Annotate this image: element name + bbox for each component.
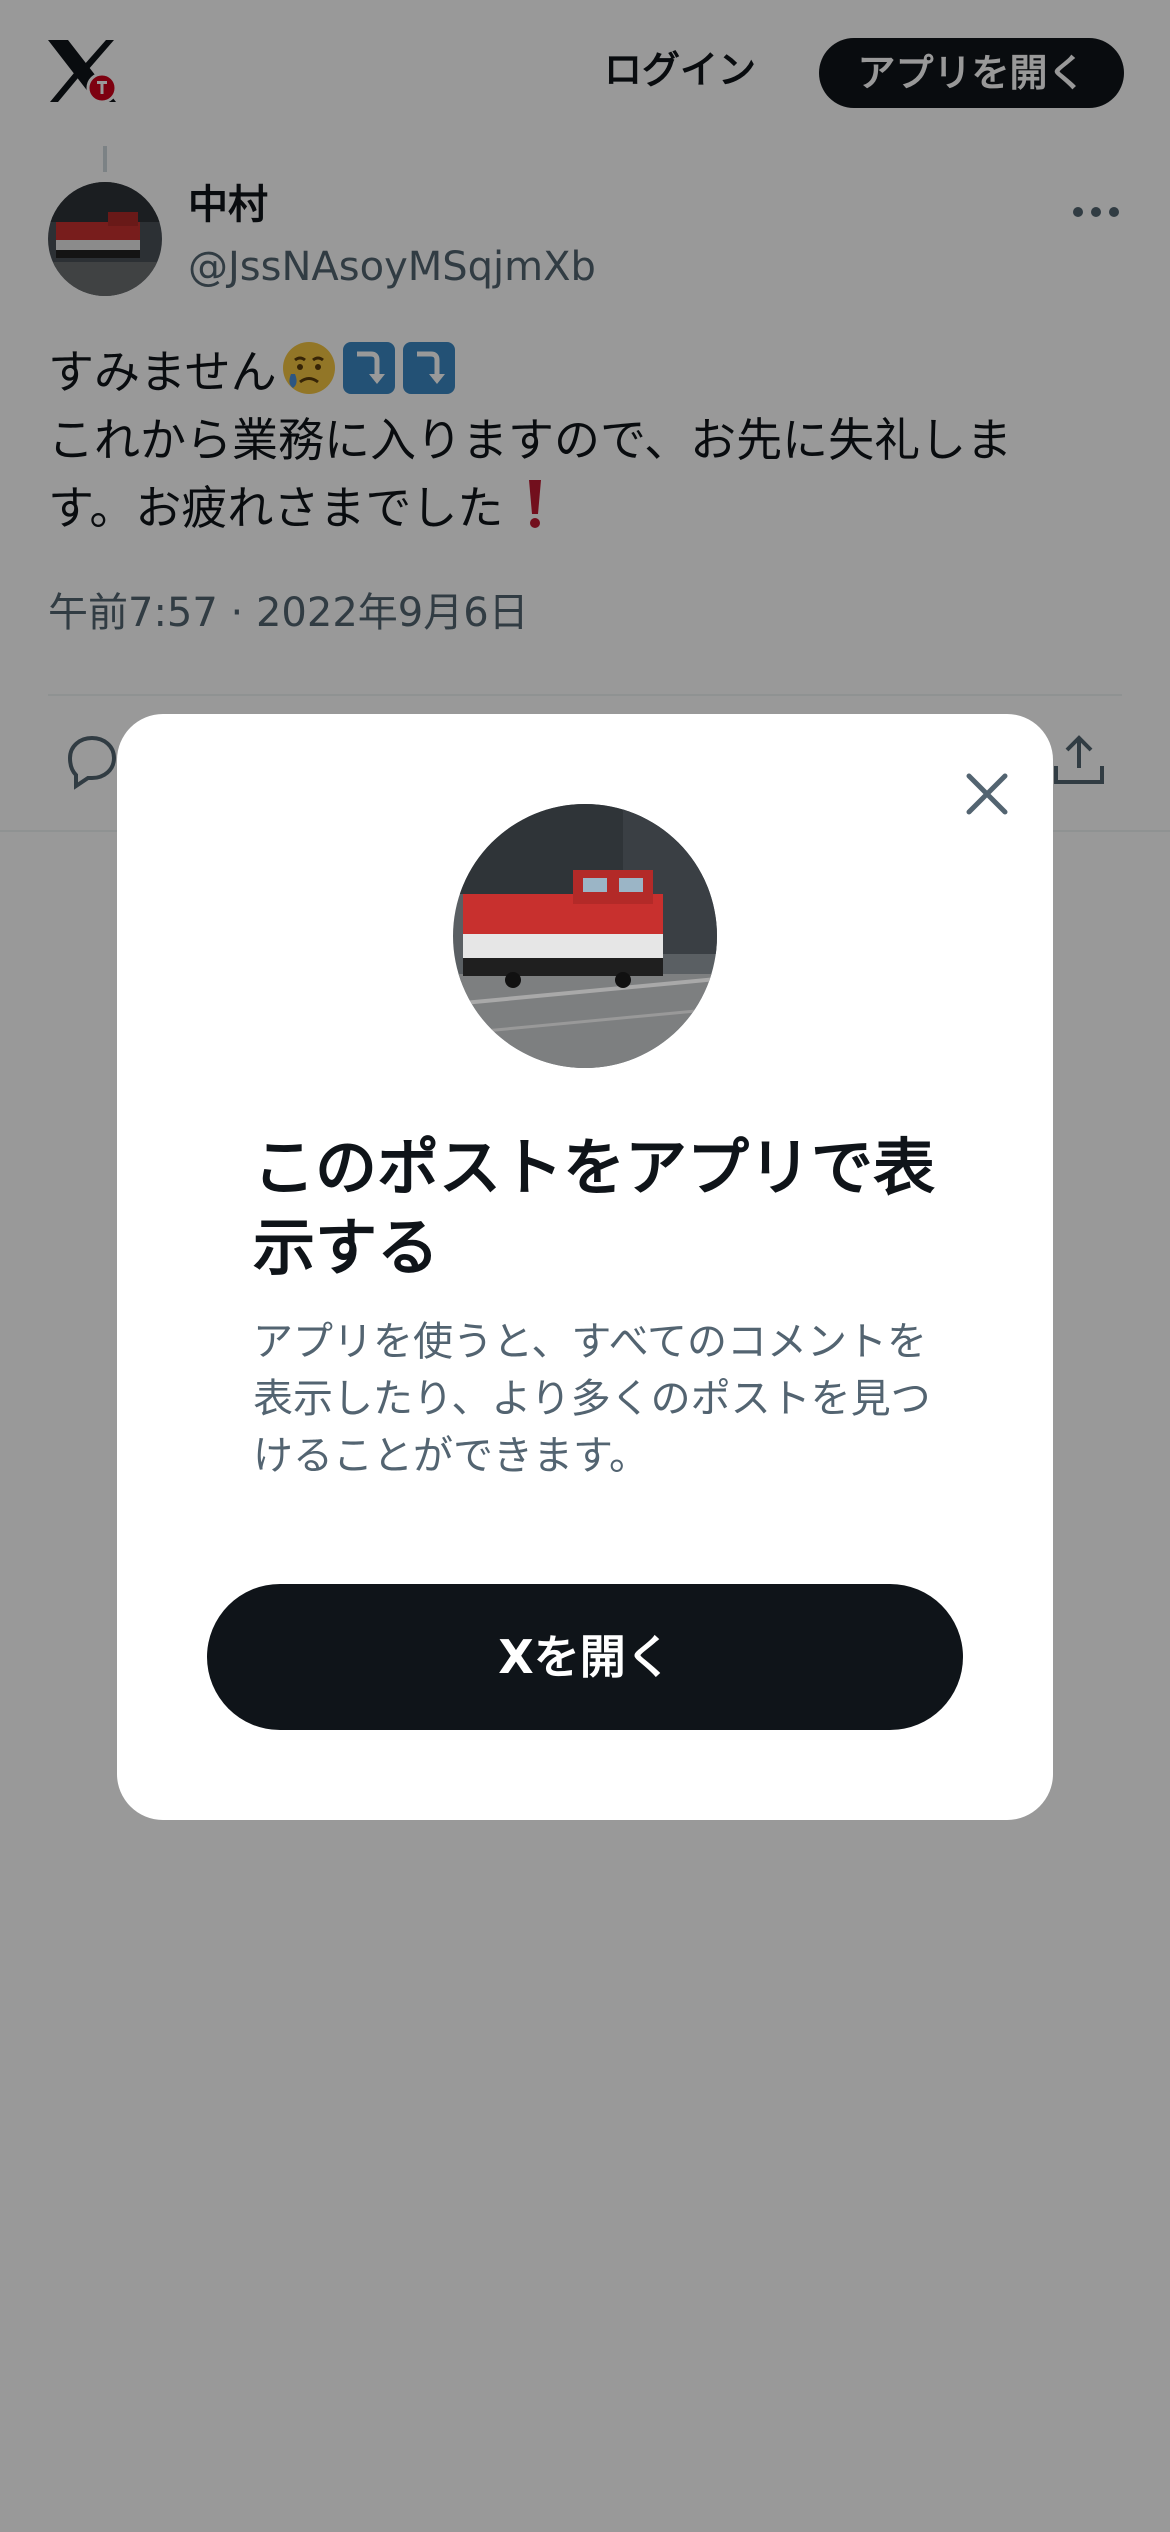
close-icon[interactable] xyxy=(947,754,1027,834)
open-x-button[interactable]: Xを開く xyxy=(207,1584,963,1730)
dialog-title: このポストをアプリで表示する xyxy=(253,1131,936,1284)
post-image xyxy=(453,804,717,1068)
locomotive-photo xyxy=(453,804,717,1068)
open-in-app-dialog: このポストをアプリで表示する アプリを使うと、すべてのコメントを表示したり、より… xyxy=(117,714,1053,1820)
dialog-description: アプリを使うと、すべてのコメントを表示したり、より多くのポストを見つけることがで… xyxy=(253,1319,931,1479)
tweet-page: ログイン アプリを開く 中村 @JssNAsoyMSqjmXb すみません これ… xyxy=(0,0,1170,2532)
